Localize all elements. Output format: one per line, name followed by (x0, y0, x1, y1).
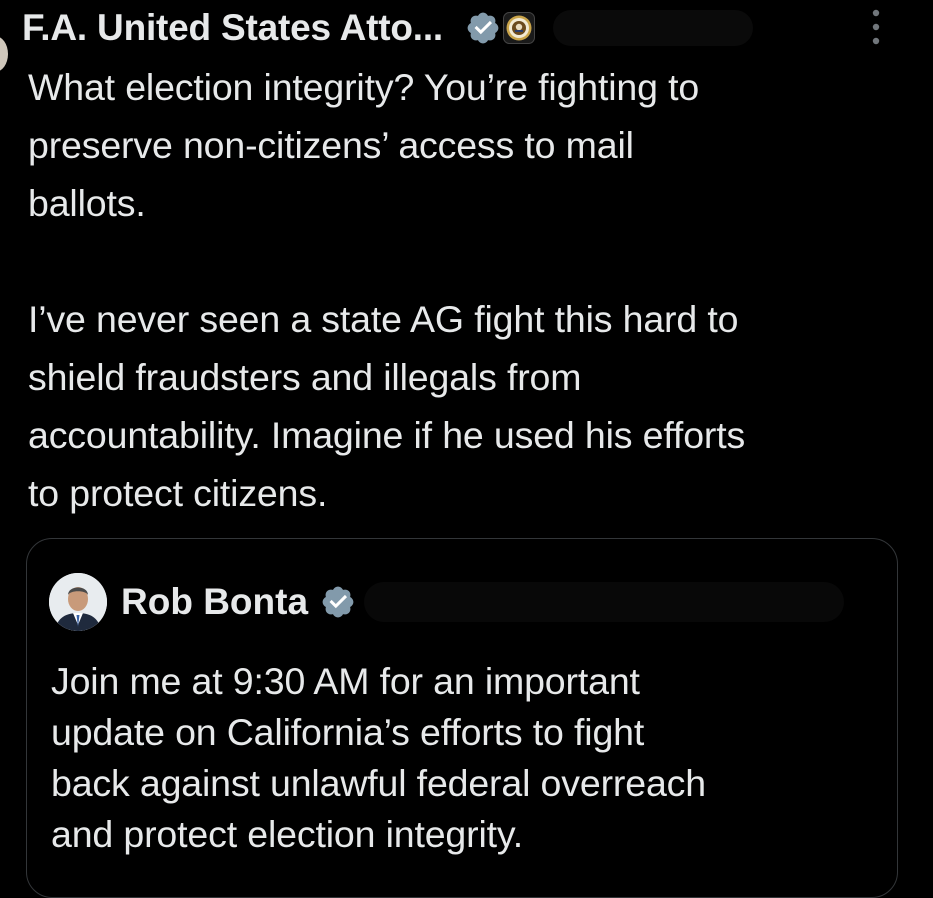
tweet-text-line: I’ve never seen a state AG fight this ha… (28, 298, 739, 340)
quote-author-avatar[interactable] (49, 573, 107, 631)
tweet-text-line: to protect citizens. (28, 472, 328, 514)
quote-header: Rob Bonta (121, 577, 845, 627)
tweet-text-line (28, 232, 908, 290)
quote-text-line: back against unlawful federal overreach (51, 762, 706, 804)
tweet-text-line: What election integrity? You’re fighting… (28, 66, 700, 108)
quote-text-line: Join me at 9:30 AM for an important (51, 660, 640, 702)
tweet-header: F.A. United States Atto... (22, 2, 893, 54)
quote-tweet-card[interactable]: Rob Bonta Join me at 9:30 AM for an impo… (26, 538, 898, 898)
quote-text-line: and protect election integrity. (51, 813, 524, 855)
redacted-handle (553, 10, 754, 46)
doj-seal-icon (503, 12, 536, 44)
redacted-handle (364, 582, 845, 622)
verified-badge-icon (465, 10, 501, 46)
more-vertical-icon (872, 9, 880, 45)
verified-badge-icon (320, 584, 356, 620)
tweet-text-line: ballots. (28, 182, 146, 224)
tweet-text-line: preserve non-citizens’ access to mail (28, 124, 634, 166)
quote-author-display-name[interactable]: Rob Bonta (121, 581, 308, 623)
author-display-name[interactable]: F.A. United States Atto... (22, 7, 443, 49)
more-options-button[interactable] (863, 4, 889, 50)
author-avatar[interactable] (0, 36, 8, 72)
quote-text: Join me at 9:30 AM for an important upda… (51, 656, 871, 860)
quote-text-line: update on California’s efforts to fight (51, 711, 645, 753)
tweet-text: What election integrity? You’re fighting… (28, 58, 908, 522)
tweet-text-line: shield fraudsters and illegals from (28, 356, 582, 398)
tweet-text-line: accountability. Imagine if he used his e… (28, 414, 746, 456)
